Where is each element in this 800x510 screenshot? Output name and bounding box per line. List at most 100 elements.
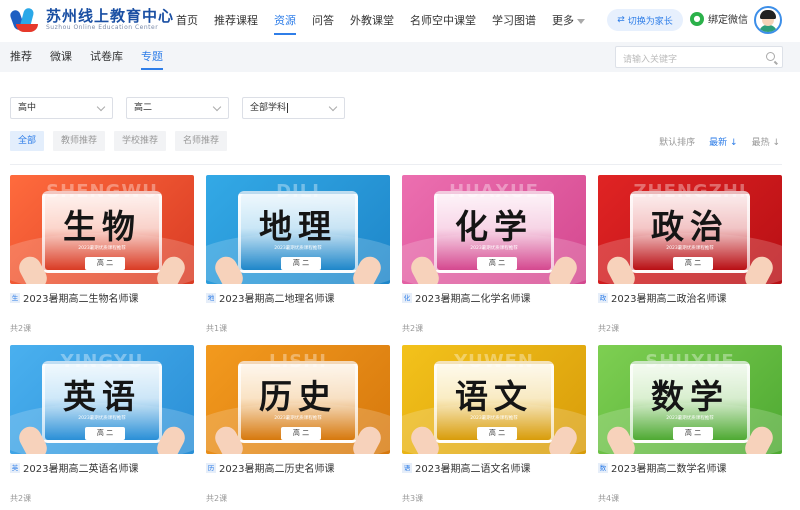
topic-card[interactable]: YINGYU英语2023暑期优质课程推荐高 二英2023暑期高二英语名师课共2课 [10, 345, 194, 503]
stage-select[interactable]: 高中 [10, 97, 113, 119]
sort-hottest[interactable]: 最热 ↓ [752, 135, 780, 148]
thumbnail-subject: 化学 [455, 207, 533, 246]
thumbnail-subject: 历史 [259, 377, 337, 416]
topic-card[interactable]: LISHI历史2023暑期优质课程推荐高 二历2023暑期高二历史名师课共2课 [206, 345, 390, 503]
thumbnail-subject: 数学 [651, 377, 729, 416]
nav-more[interactable]: 更多 [552, 0, 585, 42]
nav-home[interactable]: 首页 [176, 0, 198, 42]
thumbnail-board: 地理 2023暑期优质课程推荐高 二 [238, 191, 358, 273]
nav-resources[interactable]: 资源 [274, 0, 296, 42]
subject-tag: 英 [10, 462, 20, 473]
thumbnail-board: 历史 2023暑期优质课程推荐高 二 [238, 361, 358, 443]
thumbnail-board: 化学 2023暑期优质课程推荐高 二 [434, 191, 554, 273]
thumbnail-board: 英语 2023暑期优质课程推荐高 二 [42, 361, 162, 443]
topic-card-title-row[interactable]: 数 2023暑期高二数学名师课 [598, 460, 726, 475]
lesson-count: 共2课 [206, 494, 228, 503]
thumbnail-grade: 高 二 [281, 427, 321, 440]
topic-card-thumbnail[interactable]: HUAXUE化学2023暑期优质课程推荐高 二 [402, 175, 586, 284]
thumbnail-grade: 高 二 [673, 427, 713, 440]
lesson-count: 共1课 [206, 324, 228, 333]
chip-school-recommend[interactable]: 学校推荐 [114, 131, 167, 151]
topic-card[interactable]: HUAXUE化学2023暑期优质课程推荐高 二化2023暑期高二化学名师课共2课 [402, 175, 586, 333]
topic-card-title-row[interactable]: 历 2023暑期高二历史名师课 [206, 460, 334, 475]
tab-exam-bank[interactable]: 试卷库 [90, 42, 123, 72]
thumbnail-caption: 2023暑期优质课程推荐 [666, 246, 714, 251]
subject-select[interactable]: 全部学科 [242, 97, 345, 119]
grade-select-value: 高二 [134, 103, 153, 113]
nav-qa[interactable]: 问答 [312, 0, 334, 42]
topic-card-title: 2023暑期高二历史名师课 [219, 464, 335, 475]
grade-select[interactable]: 高二 [126, 97, 229, 119]
search-input[interactable] [616, 50, 756, 70]
thumbnail-caption: 2023暑期优质课程推荐 [470, 246, 518, 251]
subject-tag: 政 [598, 292, 608, 303]
logo-title: 苏州线上教育中心 [46, 7, 175, 25]
topic-card-title-row[interactable]: 地 2023暑期高二地理名师课 [206, 290, 334, 305]
topic-card-title-row[interactable]: 政 2023暑期高二政治名师课 [598, 290, 726, 305]
divider [10, 164, 782, 165]
sort-options: 默认排序 最新 ↓ 最热 ↓ [645, 135, 780, 148]
topic-card-thumbnail[interactable]: DILI地理2023暑期优质课程推荐高 二 [206, 175, 390, 284]
chip-famous-teacher-recommend[interactable]: 名师推荐 [175, 131, 228, 151]
topic-card[interactable]: SHUXUE数学2023暑期优质课程推荐高 二数2023暑期高二数学名师课共4课 [598, 345, 782, 503]
subject-tag: 历 [206, 462, 216, 473]
thumbnail-board: 政治 2023暑期优质课程推荐高 二 [630, 191, 750, 273]
thumbnail-subject: 英语 [63, 377, 141, 416]
lesson-count: 共4课 [598, 494, 620, 503]
topic-card-thumbnail[interactable]: SHUXUE数学2023暑期优质课程推荐高 二 [598, 345, 782, 454]
topic-card-thumbnail[interactable]: YUWEN语文2023暑期优质课程推荐高 二 [402, 345, 586, 454]
chevron-down-icon [328, 102, 338, 112]
top-bar: 苏州线上教育中心 Suzhou Online Education Center … [0, 0, 800, 42]
thumbnail-subject: 政治 [651, 207, 729, 246]
topic-card-title-row[interactable]: 化 2023暑期高二化学名师课 [402, 290, 530, 305]
topic-card-title: 2023暑期高二化学名师课 [415, 294, 531, 305]
tab-recommend[interactable]: 推荐 [10, 42, 32, 72]
thumbnail-caption: 2023暑期优质课程推荐 [470, 416, 518, 421]
nav-sky-classroom[interactable]: 名师空中课堂 [410, 0, 476, 42]
topic-card[interactable]: YUWEN语文2023暑期优质课程推荐高 二语2023暑期高二语文名师课共3课 [402, 345, 586, 503]
topic-card[interactable]: ZHENGZHI政治2023暑期优质课程推荐高 二政2023暑期高二政治名师课共… [598, 175, 782, 333]
subject-tag: 数 [598, 462, 608, 473]
bind-wechat-button[interactable]: ● 绑定微信 [690, 11, 748, 26]
topic-card-thumbnail[interactable]: YINGYU英语2023暑期优质课程推荐高 二 [10, 345, 194, 454]
chip-all[interactable]: 全部 [10, 131, 45, 151]
tab-micro-lesson[interactable]: 微课 [50, 42, 72, 72]
nav-recommended-courses[interactable]: 推荐课程 [214, 0, 258, 42]
topic-card-thumbnail[interactable]: LISHI历史2023暑期优质课程推荐高 二 [206, 345, 390, 454]
sort-newest[interactable]: 最新 ↓ [709, 135, 737, 148]
topic-card[interactable]: SHENGWU生物2023暑期优质课程推荐高 二生2023暑期高二生物名师课共2… [10, 175, 194, 333]
nav-foreign-teacher[interactable]: 外教课堂 [350, 0, 394, 42]
topic-card-title-row[interactable]: 生 2023暑期高二生物名师课 [10, 290, 138, 305]
sort-hottest-label: 最热 [751, 138, 770, 148]
user-avatar[interactable] [754, 6, 782, 34]
topic-card-title-row[interactable]: 语 2023暑期高二语文名师课 [402, 460, 530, 475]
thumbnail-grade: 高 二 [281, 257, 321, 270]
search-icon[interactable] [766, 52, 775, 61]
thumbnail-subject: 地理 [259, 207, 337, 246]
chevron-down-icon [212, 102, 222, 112]
main-nav: 首页 推荐课程 资源 问答 外教课堂 名师空中课堂 学习图谱 更多 [176, 0, 601, 42]
topic-card-title-row[interactable]: 英 2023暑期高二英语名师课 [10, 460, 138, 475]
topic-card-title: 2023暑期高二语文名师课 [415, 464, 531, 475]
switch-icon: ⇄ [617, 15, 625, 25]
lesson-count: 共3课 [402, 494, 424, 503]
thumbnail-subject: 语文 [455, 377, 533, 416]
text-cursor [287, 102, 289, 113]
switch-to-parent-button[interactable]: ⇄ 切换为家长 [607, 9, 683, 31]
tab-topics[interactable]: 专题 [141, 42, 163, 72]
wechat-icon: ● [690, 11, 704, 26]
nav-learning-map[interactable]: 学习图谱 [492, 0, 536, 42]
thumbnail-grade: 高 二 [477, 257, 517, 270]
topic-card-thumbnail[interactable]: SHENGWU生物2023暑期优质课程推荐高 二 [10, 175, 194, 284]
site-logo[interactable]: 苏州线上教育中心 Suzhou Online Education Center [8, 6, 175, 34]
topic-card-thumbnail[interactable]: ZHENGZHI政治2023暑期优质课程推荐高 二 [598, 175, 782, 284]
chevron-down-icon [577, 18, 585, 24]
chip-teacher-recommend[interactable]: 教师推荐 [53, 131, 106, 151]
thumbnail-caption: 2023暑期优质课程推荐 [274, 416, 322, 421]
sort-default[interactable]: 默认排序 [659, 135, 695, 148]
topic-card[interactable]: DILI地理2023暑期优质课程推荐高 二地2023暑期高二地理名师课共1课 [206, 175, 390, 333]
topic-card-title: 2023暑期高二英语名师课 [23, 464, 139, 475]
thumbnail-grade: 高 二 [85, 427, 125, 440]
thumbnail-grade: 高 二 [477, 427, 517, 440]
thumbnail-board: 数学 2023暑期优质课程推荐高 二 [630, 361, 750, 443]
